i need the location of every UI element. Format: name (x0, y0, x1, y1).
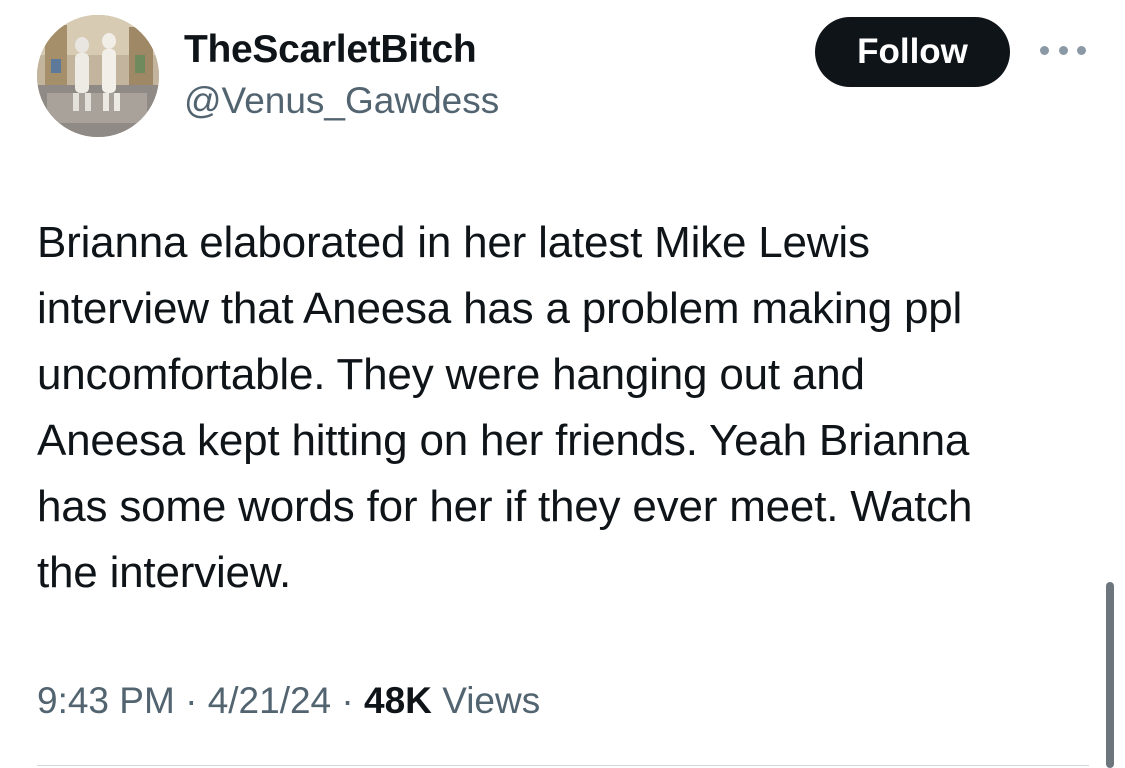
tweet-card: TheScarletBitch @Venus_Gawdess Follow Br… (0, 0, 1125, 768)
tweet-text-line: has some words for her if they ever meet… (37, 482, 973, 531)
tweet-text-line: interview that Aneesa has a problem maki… (37, 284, 963, 333)
more-options-icon[interactable] (1040, 40, 1086, 60)
tweet-time[interactable]: 9:43 PM (37, 680, 175, 721)
dot-icon (1040, 45, 1049, 55)
views-count: 48K (364, 680, 432, 721)
views-label: Views (442, 680, 541, 721)
display-name[interactable]: TheScarletBitch (184, 28, 477, 72)
follow-button[interactable]: Follow (815, 17, 1010, 87)
tweet-text-line: the interview. (37, 548, 292, 597)
divider (37, 765, 1089, 766)
user-handle[interactable]: @Venus_Gawdess (184, 80, 499, 122)
avatar[interactable] (37, 15, 159, 137)
dot-icon (1058, 45, 1068, 55)
meta-separator: · (331, 680, 365, 721)
tweet-date[interactable]: 4/21/24 (208, 680, 331, 721)
profile-photo-icon (37, 15, 159, 137)
tweet-text-line: uncomfortable. They were hanging out and (37, 350, 865, 399)
tweet-meta: 9:43 PM · 4/21/24 · 48K Views (37, 680, 540, 722)
dot-icon (1077, 45, 1086, 55)
meta-separator: · (174, 680, 208, 721)
tweet-text-line: Brianna elaborated in her latest Mike Le… (37, 218, 870, 267)
tweet-text: Brianna elaborated in her latest Mike Le… (37, 210, 1087, 606)
scrollbar[interactable] (1106, 582, 1114, 768)
tweet-text-line: Aneesa kept hitting on her friends. Yeah… (37, 416, 970, 465)
